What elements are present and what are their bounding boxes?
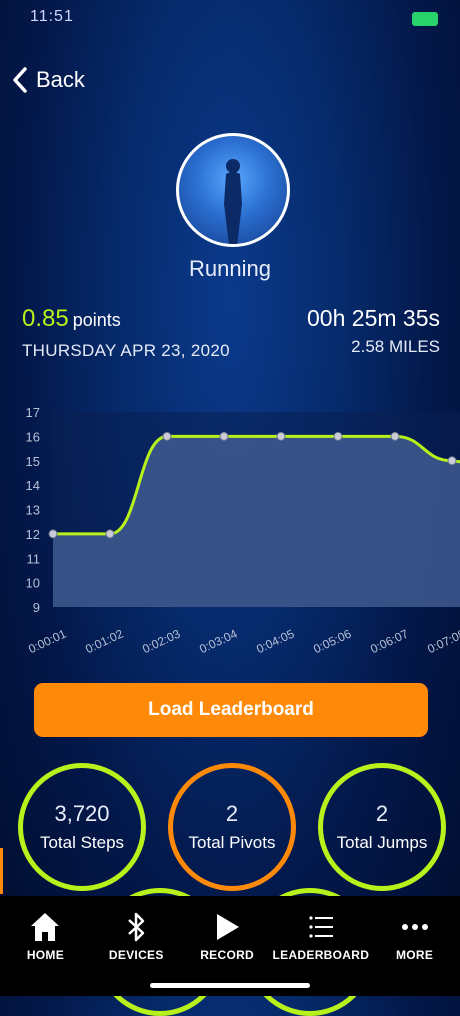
stat-label: Total Pivots <box>188 833 276 852</box>
activity-chart: 9 10 11 12 13 14 15 16 17 0:00:01 0:01:02 0:02:03 0:… <box>26 405 460 656</box>
x-tick-label: 0:03:04 <box>197 626 239 656</box>
stat-label: Total Jumps <box>336 833 428 852</box>
chart-data-point <box>276 431 286 441</box>
chart-data-point <box>162 431 172 441</box>
play-icon <box>217 914 240 940</box>
stat-total-jumps: 2 Total Jumps <box>318 763 446 891</box>
tab-label: MORE <box>395 948 434 962</box>
home-indicator <box>150 983 310 988</box>
chart-data-point <box>390 431 400 441</box>
y-tick-label: 17 <box>26 405 40 420</box>
load-leaderboard-button[interactable]: Load Leaderboard <box>34 683 428 737</box>
x-tick-label: 0:05:06 <box>311 626 353 656</box>
stat-total-steps: 3,720 Total Steps <box>18 763 146 891</box>
back-label: Back <box>36 67 85 92</box>
points-value: 0.85 <box>22 305 69 332</box>
x-tick-label: 0:06:07 <box>368 626 410 656</box>
points-display: 0.85 points <box>22 305 121 333</box>
stat-value: 2 <box>375 801 389 826</box>
chart-data-point <box>105 529 115 539</box>
battery-icon <box>412 12 438 26</box>
scroll-indicator <box>0 848 3 894</box>
chart-data-point <box>447 456 457 466</box>
stat-value: 2 <box>225 801 239 826</box>
y-tick-label: 12 <box>26 527 40 542</box>
x-tick-label: 0:00:01 <box>26 626 68 656</box>
y-tick-label: 9 <box>33 600 40 615</box>
y-tick-label: 11 <box>27 551 41 566</box>
y-tick-label: 15 <box>26 454 40 469</box>
runner-figure <box>224 159 242 244</box>
chevron-left-icon <box>13 67 27 93</box>
stat-value: 3,720 <box>54 801 110 826</box>
x-tick-label: 0:02:03 <box>140 626 182 656</box>
bluetooth-icon <box>128 912 145 942</box>
home-icon <box>31 913 60 941</box>
stat-total-pivots: 2 Total Pivots <box>168 763 296 891</box>
y-tick-label: 14 <box>26 478 40 493</box>
tab-label: RECORD <box>200 948 255 962</box>
activity-duration: 00h 25m 35s <box>307 305 440 331</box>
activity-title: Running <box>189 256 271 281</box>
x-tick-label: 0:04:05 <box>254 626 296 656</box>
y-tick-label: 13 <box>26 503 40 518</box>
tab-label: HOME <box>26 948 65 962</box>
back-button[interactable]: Back <box>12 66 85 94</box>
tab-bar: HOME DEVICES RECORD LEADERBOARD MORE <box>0 896 460 996</box>
tab-label: LEADERBOARD <box>272 948 370 962</box>
more-icon <box>401 924 428 930</box>
points-unit: points <box>72 310 121 330</box>
chart-data-point <box>333 431 343 441</box>
activity-date: THURSDAY APR 23, 2020 <box>22 341 230 360</box>
tab-record[interactable]: RECORD <box>182 896 273 996</box>
activity-distance: 2.58 MILES <box>351 337 440 356</box>
tab-label: DEVICES <box>108 948 164 962</box>
activity-avatar <box>176 133 290 247</box>
stat-label: Total Steps <box>39 833 125 852</box>
tab-more[interactable]: MORE <box>369 896 460 996</box>
chart-data-point <box>219 431 229 441</box>
tab-leaderboard[interactable]: LEADERBOARD <box>273 896 370 996</box>
tab-devices[interactable]: DEVICES <box>91 896 182 996</box>
y-tick-label: 10 <box>26 576 40 591</box>
status-time: 11:51 <box>30 8 74 25</box>
tab-home[interactable]: HOME <box>0 896 91 996</box>
status-bar: 11:51 <box>0 0 460 34</box>
x-tick-label: 0:01:02 <box>83 626 125 656</box>
x-tick-label: 0:07:08 <box>425 626 460 656</box>
list-icon <box>309 916 333 938</box>
y-tick-label: 16 <box>26 429 40 444</box>
chart-data-point <box>48 529 58 539</box>
